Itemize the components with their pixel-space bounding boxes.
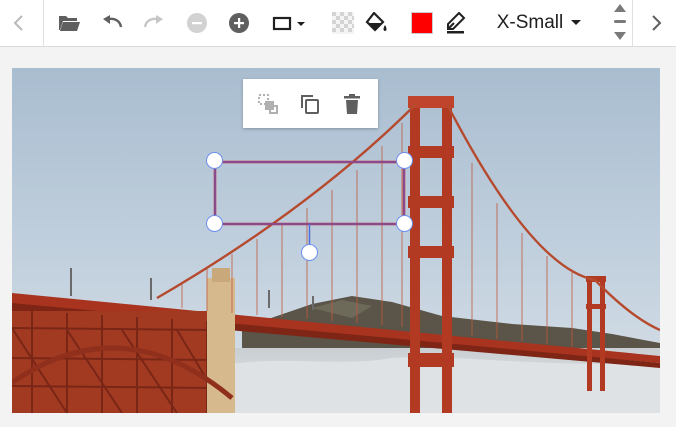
undo-icon — [103, 15, 123, 28]
fill-color-swatch[interactable] — [410, 6, 434, 40]
duplicate-icon — [301, 95, 319, 114]
checkerboard-icon — [332, 12, 354, 34]
remove-button[interactable] — [183, 6, 211, 40]
open-button[interactable] — [55, 6, 83, 40]
transparency-button[interactable] — [330, 6, 356, 40]
resize-handle-bottom-right[interactable] — [396, 215, 413, 232]
resize-handle-top-left[interactable] — [206, 152, 223, 169]
add-button[interactable] — [225, 6, 253, 40]
toolbar-divider — [632, 0, 633, 47]
size-stepper[interactable] — [610, 2, 630, 44]
stroke-button[interactable] — [444, 6, 468, 40]
ungroup-button[interactable] — [253, 89, 283, 119]
ungroup-icon — [258, 94, 278, 114]
scroll-left-button[interactable] — [6, 6, 32, 40]
resize-handle-bottom-left[interactable] — [206, 215, 223, 232]
folder-open-icon — [59, 16, 80, 31]
paint-bucket-icon — [365, 12, 387, 32]
delete-icon — [344, 94, 360, 114]
font-size-value: X-Small — [496, 12, 564, 33]
chevron-left-icon — [13, 15, 23, 31]
scroll-right-button[interactable] — [643, 6, 669, 40]
plus-circle-icon — [229, 13, 249, 33]
selection-toolbar — [243, 79, 378, 128]
resize-handle-top-right[interactable] — [396, 152, 413, 169]
up-down-stepper-icon — [614, 4, 626, 40]
delete-button[interactable] — [337, 89, 367, 119]
duplicate-button[interactable] — [295, 89, 325, 119]
rectangle-shape-icon — [272, 16, 305, 31]
shape-dropdown[interactable] — [270, 6, 310, 40]
fill-button[interactable] — [364, 6, 390, 40]
font-size-dropdown[interactable]: X-Small — [490, 6, 590, 40]
rotate-handle[interactable] — [301, 244, 318, 261]
toolbar-divider — [43, 0, 44, 47]
undo-button[interactable] — [98, 6, 126, 40]
chevron-right-icon — [652, 15, 662, 31]
pen-icon — [447, 12, 466, 34]
minus-circle-icon — [187, 13, 207, 33]
chevron-down-icon — [571, 20, 582, 25]
toolbar: X-Small — [0, 0, 676, 47]
redo-button[interactable] — [140, 6, 168, 40]
redo-icon — [143, 15, 163, 28]
color-swatch — [411, 12, 433, 34]
